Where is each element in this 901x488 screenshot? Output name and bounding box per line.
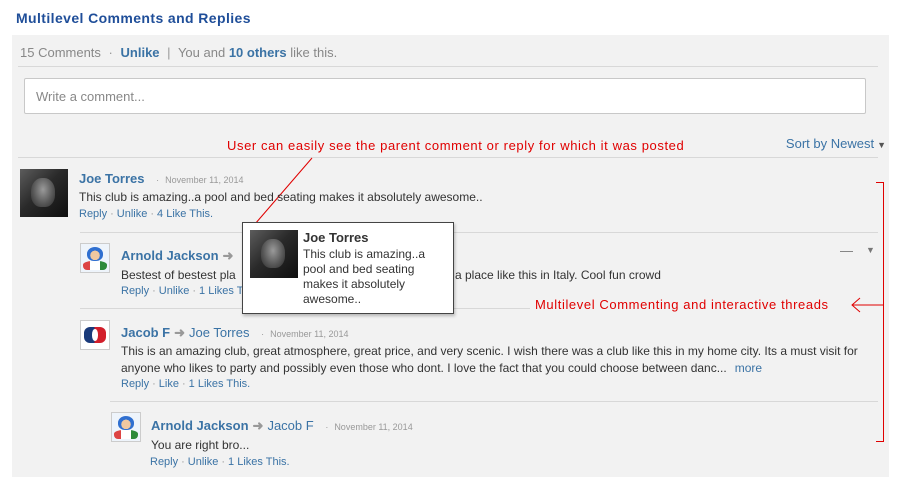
page-title: Multilevel Comments and Replies — [16, 10, 251, 26]
avatar — [250, 230, 298, 278]
you-and-text: You and — [177, 45, 226, 60]
avatar[interactable] — [111, 412, 141, 442]
divider — [110, 401, 878, 402]
date-text: November 11, 2014 — [165, 175, 244, 185]
date-text: November 11, 2014 — [270, 329, 349, 339]
comment-author[interactable]: Joe Torres · November 11, 2014 — [79, 171, 244, 186]
minus-icon[interactable]: — — [840, 243, 853, 258]
comment-date: · November 11, 2014 — [325, 422, 413, 432]
comment-actions: Reply · Unlike · 1 Likes This. — [150, 456, 290, 468]
comment-date: · November 11, 2014 — [156, 175, 244, 185]
comment-date: · November 11, 2014 — [261, 329, 349, 339]
multilevel-hint-annotation: Multilevel Commenting and interactive th… — [535, 297, 829, 312]
comment-text-start: Bestest of bestest pla — [121, 268, 236, 282]
reply-to-name[interactable]: Jacob F — [267, 418, 313, 433]
unlike-link[interactable]: Unlike — [159, 285, 190, 297]
author-name[interactable]: Jacob F — [121, 325, 170, 340]
avatar[interactable] — [80, 243, 110, 273]
comment-text-end: a place like this in Italy. Cool fun cro… — [455, 268, 661, 282]
comment-actions: Reply · Unlike · 4 Like This. — [79, 208, 214, 220]
author-name[interactable]: Arnold Jackson — [151, 418, 249, 433]
comment-author[interactable]: Arnold Jackson ➜ Jacob F · November 11, 201… — [151, 418, 413, 434]
parent-comment-tooltip: Joe Torres This club is amazing..a pool … — [242, 222, 454, 314]
avatar[interactable] — [80, 320, 110, 350]
others-link[interactable]: 10 others — [229, 45, 287, 60]
comment-text: You are right bro... — [151, 438, 250, 452]
author-name[interactable]: Arnold Jackson — [121, 248, 219, 263]
reply-link[interactable]: Reply — [150, 456, 178, 468]
comment-actions: Reply · Unlike · 1 Likes Th — [121, 285, 250, 297]
tooltip-author: Joe Torres — [303, 230, 369, 245]
caret-down-icon[interactable]: ▼ — [866, 245, 875, 255]
thread-bracket — [876, 182, 884, 442]
date-text: November 11, 2014 — [334, 422, 413, 432]
more-link[interactable]: more — [735, 361, 762, 375]
sort-label: Sort by Newest — [785, 136, 875, 151]
dot-separator: · — [108, 45, 113, 60]
comment-text: This is an amazing club, great atmospher… — [121, 343, 881, 377]
comment-text: This club is amazing..a pool and bed sea… — [79, 190, 483, 204]
likes-count-link[interactable]: 1 Likes This. — [228, 456, 290, 468]
like-this-text: like this. — [290, 45, 338, 60]
like-link[interactable]: Like — [159, 378, 179, 390]
caret-down-icon: ▼ — [877, 140, 886, 150]
avatar[interactable] — [20, 169, 68, 217]
reply-link[interactable]: Reply — [121, 378, 149, 390]
comment-count: 15 Comments — [20, 45, 101, 60]
comment-input[interactable]: Write a comment... — [24, 78, 866, 114]
comment-summary: 15 Comments · Unlike | You and 10 others… — [20, 45, 337, 60]
reply-link[interactable]: Reply — [121, 285, 149, 297]
likes-count-link[interactable]: 1 Likes This. — [189, 378, 251, 390]
pipe-separator: | — [167, 45, 171, 60]
reply-link[interactable]: Reply — [79, 208, 107, 220]
reply-arrow-icon: ➜ — [174, 325, 186, 340]
unlike-link[interactable]: Unlike — [121, 45, 160, 60]
parent-hint-annotation: User can easily see the parent comment o… — [227, 138, 685, 153]
reply-to-name[interactable]: Joe Torres — [189, 325, 249, 340]
reply-arrow-icon: ➜ — [252, 418, 264, 433]
tooltip-text: This club is amazing..a pool and bed sea… — [303, 247, 426, 306]
sort-dropdown[interactable]: Sort by Newest ▼ — [786, 136, 886, 151]
comment-author[interactable]: Arnold Jackson ➜ — [121, 248, 237, 264]
divider — [18, 157, 878, 158]
author-name[interactable]: Joe Torres — [79, 171, 145, 186]
likes-count-link[interactable]: 4 Like This. — [157, 208, 213, 220]
unlike-link[interactable]: Unlike — [188, 456, 219, 468]
unlike-link[interactable]: Unlike — [117, 208, 148, 220]
comment-actions: Reply · Like · 1 Likes This. — [121, 378, 251, 390]
reply-arrow-icon: ➜ — [222, 248, 234, 263]
divider — [80, 232, 878, 233]
comment-author[interactable]: Jacob F ➜ Joe Torres · November 11, 2014 — [121, 325, 349, 341]
divider — [18, 66, 878, 67]
